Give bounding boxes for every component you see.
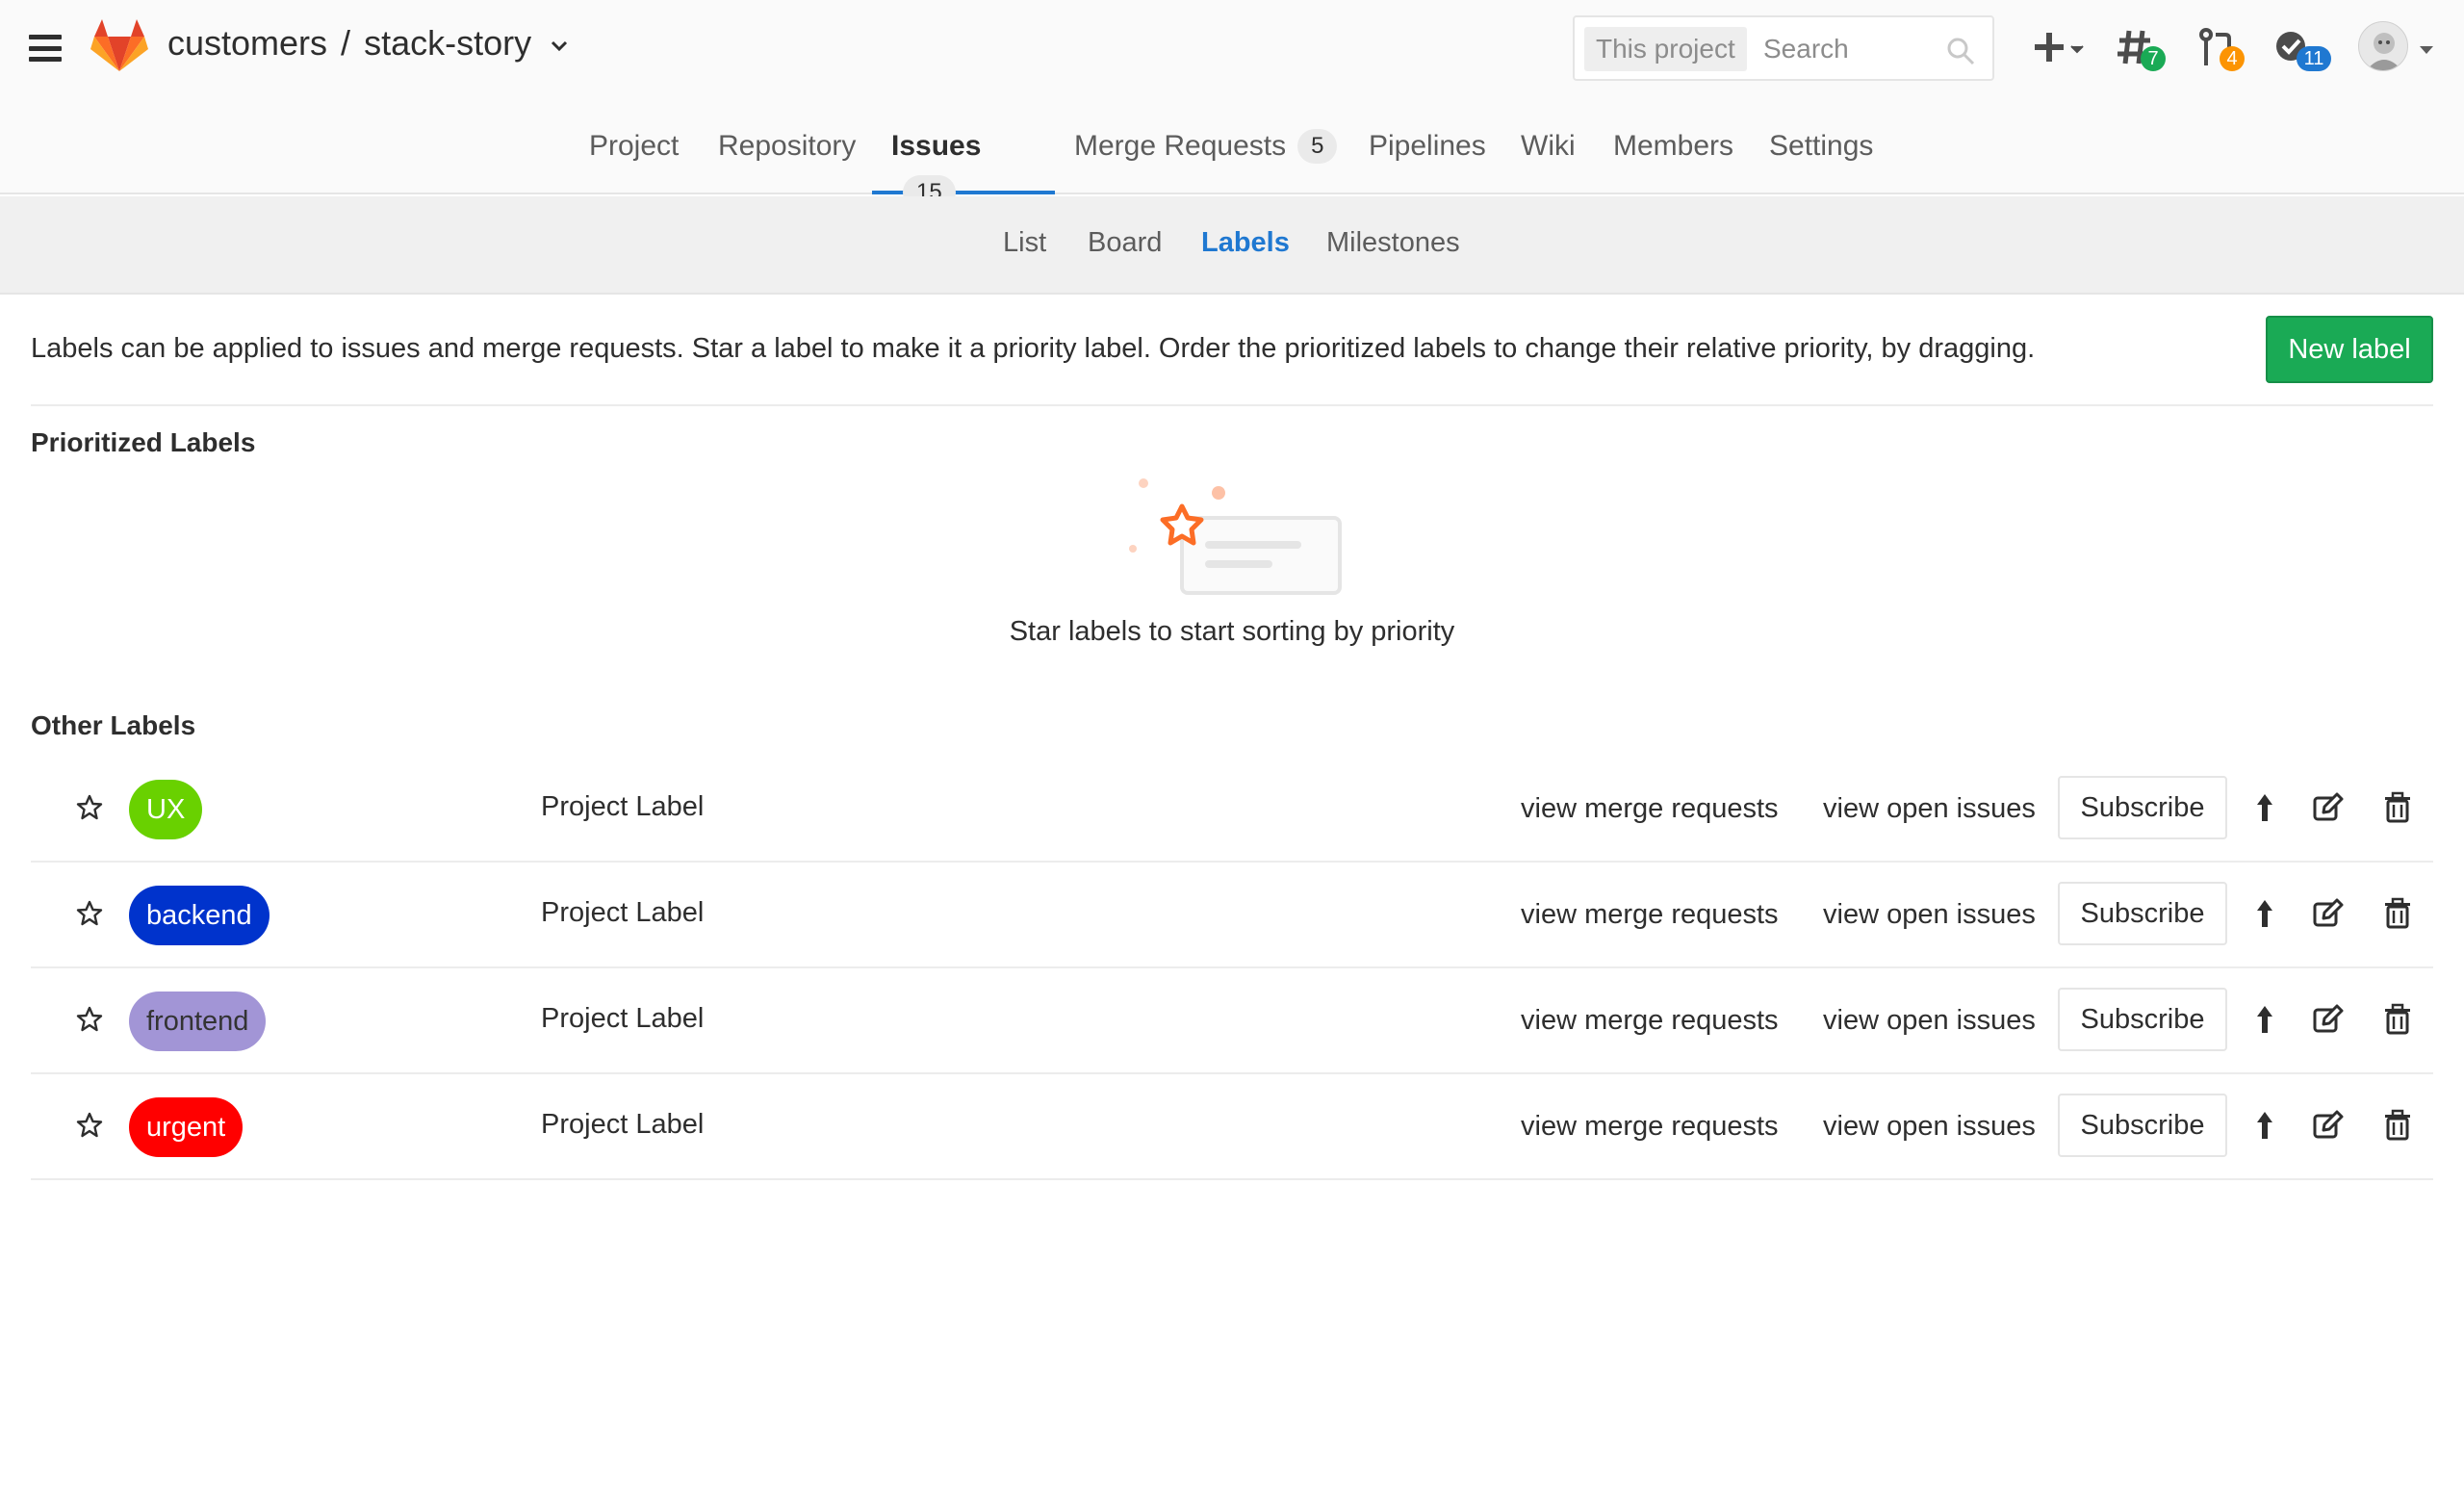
edit-icon[interactable] [2312,791,2345,824]
hamburger-menu-icon[interactable] [29,35,62,62]
labels-intro-text: Labels can be applied to issues and merg… [31,333,2036,364]
trash-icon[interactable] [2381,897,2414,930]
nav-label: Members [1613,130,1734,162]
nav-repository[interactable]: Repository [699,123,875,194]
star-icon[interactable] [75,793,104,822]
tab-milestones[interactable]: Milestones [1326,227,1460,259]
promote-arrow-up-icon[interactable] [2248,791,2281,824]
view-open-issues-link[interactable]: view open issues [1823,1005,2036,1037]
label-row: backend Project Label view merge request… [31,863,2433,968]
view-merge-requests-link[interactable]: view merge requests [1521,793,1779,825]
search-box[interactable]: This project [1573,15,1994,81]
new-label-button[interactable]: New label [2266,316,2433,383]
label-pill[interactable]: frontend [129,992,267,1051]
top-header: customers / stack-story This project 7 4 [0,0,2464,210]
view-open-issues-link[interactable]: view open issues [1823,793,2036,825]
breadcrumb-separator: / [341,23,351,63]
nav-label: Merge Requests [1074,130,1287,162]
avatar-image-icon [2366,33,2402,70]
breadcrumb: customers / stack-story [167,23,568,64]
subscribe-button[interactable]: Subscribe [2058,1094,2227,1157]
label-description: Project Label [541,1003,705,1034]
star-labels-illustration-icon [1129,478,1342,595]
view-open-issues-link[interactable]: view open issues [1823,1111,2036,1143]
label-row: UX Project Label view merge requests vie… [31,757,2433,863]
merge-requests-count-badge: 4 [2220,46,2245,71]
label-row: frontend Project Label view merge reques… [31,968,2433,1074]
nav-wiki[interactable]: Wiki [1502,123,1595,194]
merge-requests-link[interactable]: 4 [2196,25,2245,71]
plus-icon [2035,33,2084,62]
label-row: urgent Project Label view merge requests… [31,1074,2433,1180]
tab-list[interactable]: List [1003,227,1046,259]
project-nav: Project Repository Issues15 Merge Reques… [0,114,2464,210]
label-description: Project Label [541,1109,705,1140]
view-merge-requests-link[interactable]: view merge requests [1521,1005,1779,1037]
label-description: Project Label [541,791,705,822]
todos-count-badge: 7 [2141,46,2166,71]
nav-pipelines[interactable]: Pipelines [1349,123,1505,194]
tab-labels[interactable]: Labels [1201,227,1290,259]
promote-arrow-up-icon[interactable] [2248,897,2281,930]
label-pill[interactable]: urgent [129,1097,244,1157]
nav-label: Repository [718,130,857,162]
subscribe-button[interactable]: Subscribe [2058,988,2227,1051]
nav-label: Wiki [1521,130,1576,162]
nav-label: Pipelines [1369,130,1486,162]
issues-count-badge: 11 [2297,46,2331,71]
trash-icon[interactable] [2381,1109,2414,1142]
prioritized-empty-text: Star labels to start sorting by priority [1009,616,1455,647]
subscribe-button[interactable]: Subscribe [2058,882,2227,945]
search-icon [1947,38,1975,65]
label-pill[interactable]: UX [129,780,203,839]
star-icon[interactable] [75,899,104,928]
nav-label: Project [589,130,680,162]
prioritized-labels-heading: Prioritized Labels [31,427,256,457]
breadcrumb-project[interactable]: stack-story [364,23,531,64]
chevron-down-icon[interactable] [551,40,568,52]
user-avatar[interactable] [2358,21,2408,71]
nav-settings[interactable]: Settings [1750,123,1892,194]
nav-members[interactable]: Members [1594,123,1753,194]
nav-label: Settings [1769,130,1874,162]
label-pill[interactable]: backend [129,886,270,945]
search-scope-badge: This project [1584,27,1747,71]
view-merge-requests-link[interactable]: view merge requests [1521,899,1779,931]
nav-project[interactable]: Project [570,123,698,194]
divider [31,404,2433,406]
subscribe-button[interactable]: Subscribe [2058,776,2227,839]
promote-arrow-up-icon[interactable] [2248,1109,2281,1142]
view-open-issues-link[interactable]: view open issues [1823,899,2036,931]
edit-icon[interactable] [2312,1109,2345,1142]
new-dropdown[interactable] [2033,25,2089,71]
tab-board[interactable]: Board [1088,227,1162,259]
gitlab-logo-icon[interactable] [90,19,148,73]
todos-link[interactable]: 7 [2116,25,2166,71]
nav-merge-requests[interactable]: Merge Requests 5 [1055,123,1356,194]
nav-label: Issues [891,130,982,162]
assigned-issues-link[interactable]: 11 [2273,25,2331,71]
chevron-down-icon[interactable] [2418,44,2435,56]
star-icon[interactable] [75,1005,104,1034]
trash-icon[interactable] [2381,1003,2414,1036]
nav-issues[interactable]: Issues15 [872,123,1055,210]
label-description: Project Label [541,897,705,928]
star-icon[interactable] [75,1111,104,1140]
other-labels-heading: Other Labels [31,710,196,740]
edit-icon[interactable] [2312,897,2345,930]
breadcrumb-group[interactable]: customers [167,23,327,64]
promote-arrow-up-icon[interactable] [2248,1003,2281,1036]
edit-icon[interactable] [2312,1003,2345,1036]
view-merge-requests-link[interactable]: view merge requests [1521,1111,1779,1143]
trash-icon[interactable] [2381,791,2414,824]
issues-sub-nav: List Board Labels Milestones [0,196,2464,295]
merge-requests-count: 5 [1297,129,1338,164]
search-input[interactable] [1763,27,1937,71]
